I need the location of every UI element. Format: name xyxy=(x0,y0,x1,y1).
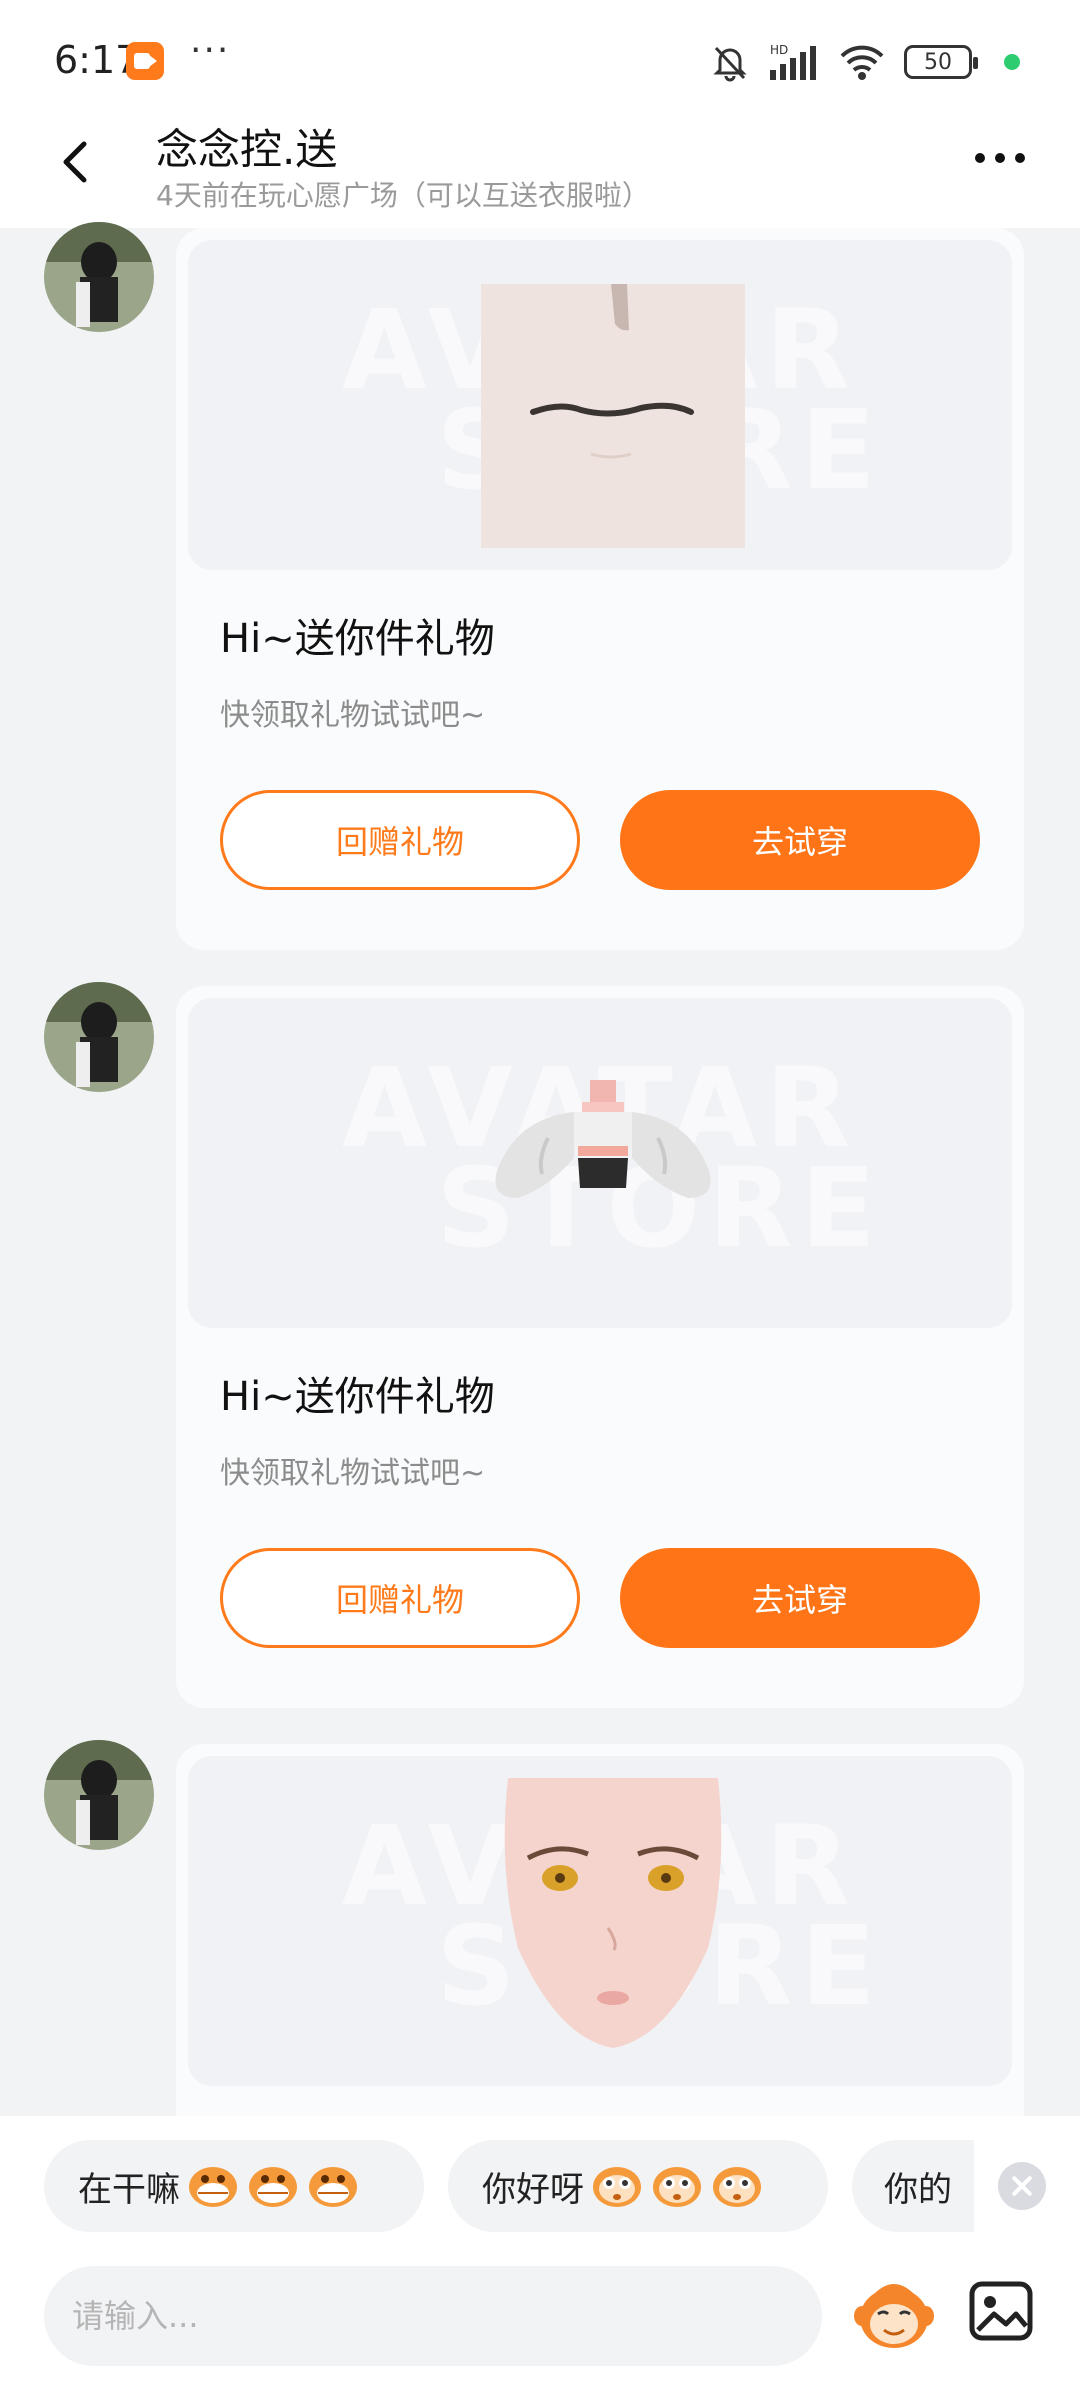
gift-card: AVATAR STORE Hi~送你件礼物 快领取礼物试试吧~ 回赠礼物 去试穿 xyxy=(176,986,1024,1708)
grinning-monkey-emoji xyxy=(189,2167,237,2207)
gift-description: 快领取礼物试试吧~ xyxy=(220,1456,486,1491)
sender-avatar[interactable] xyxy=(44,222,154,332)
message-input[interactable] xyxy=(44,2266,822,2366)
grinning-monkey-emoji xyxy=(249,2167,297,2207)
signal-icon: HD xyxy=(770,43,816,80)
status-icons: HD 50 xyxy=(710,40,1020,84)
notification-dots: ··· xyxy=(190,30,231,71)
gift-card: AVATAR STORE Hi~送你件礼物 快领取礼物试试吧~ 回赠礼物 去试穿 xyxy=(176,228,1024,950)
back-arrow-icon[interactable] xyxy=(48,132,108,192)
quick-reply-chip[interactable]: 在干嘛 xyxy=(44,2140,424,2232)
more-options-icon[interactable] xyxy=(972,146,1028,170)
gift-card: AVATAR STORE xyxy=(176,1744,1024,2116)
mute-bell-icon xyxy=(713,46,747,82)
input-panel: 在干嘛 你好呀 你的 xyxy=(0,2116,1080,2400)
fur-jacket-item-icon xyxy=(495,1080,711,1198)
avatar-photo xyxy=(44,1740,154,1850)
quick-reply-chip[interactable]: 你好呀 xyxy=(448,2140,828,2232)
gift-item-preview[interactable]: AVATAR STORE xyxy=(188,1756,1012,2086)
image-picker-icon[interactable] xyxy=(966,2276,1036,2346)
sender-avatar[interactable] xyxy=(44,1740,154,1850)
battery-level: 50 xyxy=(924,49,952,75)
gift-item-preview[interactable]: AVATAR STORE xyxy=(188,240,1012,570)
screen-record-icon xyxy=(126,42,164,80)
wide-eyed-monkey-emoji xyxy=(713,2167,761,2207)
wide-eyed-monkey-emoji xyxy=(593,2167,641,2207)
chat-header: 念念控.送 4天前在玩心愿广场（可以互送衣服啦） xyxy=(0,110,1080,228)
status-bar: 6:17 ··· HD 50 xyxy=(0,0,1080,110)
gift-item-preview[interactable]: AVATAR STORE xyxy=(188,998,1012,1328)
hd-label: HD xyxy=(770,43,788,57)
avatar-photo xyxy=(44,982,154,1092)
return-gift-button[interactable]: 回赠礼物 xyxy=(220,1548,580,1648)
monkey-emoji-icon[interactable] xyxy=(852,2270,936,2354)
chat-subtitle: 4天前在玩心愿广场（可以互送衣服啦） xyxy=(156,179,650,212)
avatar-photo xyxy=(44,222,154,332)
return-gift-button[interactable]: 回赠礼物 xyxy=(220,790,580,890)
sender-avatar[interactable] xyxy=(44,982,154,1092)
chat-title: 念念控.送 xyxy=(156,125,338,174)
quick-reply-chip[interactable]: 你的 xyxy=(852,2140,974,2232)
gift-title: Hi~送你件礼物 xyxy=(220,616,495,662)
gift-title: Hi~送你件礼物 xyxy=(220,1374,495,1420)
try-on-button[interactable]: 去试穿 xyxy=(620,790,980,890)
grinning-monkey-emoji xyxy=(309,2167,357,2207)
battery-icon: 50 xyxy=(904,45,978,79)
close-quick-replies-icon[interactable] xyxy=(998,2162,1046,2210)
gift-description: 快领取礼物试试吧~ xyxy=(220,698,486,733)
wide-eyed-monkey-emoji xyxy=(653,2167,701,2207)
face-item-icon xyxy=(504,1778,722,2048)
privacy-indicator-dot xyxy=(1004,54,1020,70)
try-on-button[interactable]: 去试穿 xyxy=(620,1548,980,1648)
wifi-icon xyxy=(840,45,884,80)
mouth-face-item-icon xyxy=(481,284,745,548)
